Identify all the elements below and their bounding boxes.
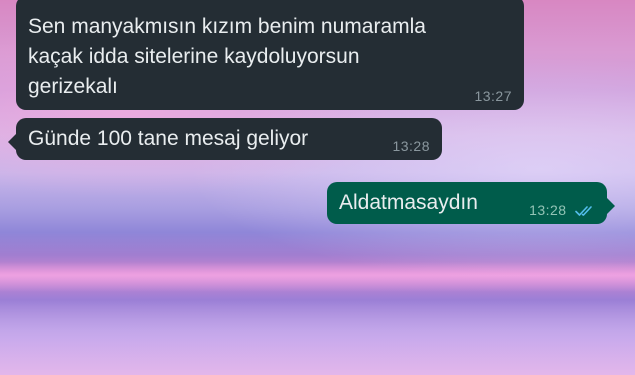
outgoing-message-bubble[interactable]: Aldatmasaydın 13:28 <box>327 182 615 224</box>
double-check-read-icon <box>575 206 592 217</box>
bubble-tail <box>605 196 615 216</box>
wallpaper-cloud-band <box>0 262 635 292</box>
message-timestamp: 13:28 <box>392 138 430 154</box>
wallpaper-cloud-layer <box>0 300 635 375</box>
message-text: Sen manyakmısın kızım benim numaramla ka… <box>28 15 426 98</box>
message-text: Günde 100 tane mesaj geliyor <box>28 127 309 150</box>
bubble-tail <box>8 132 18 152</box>
message-timestamp: 13:27 <box>474 88 512 104</box>
message-meta: 13:28 <box>529 202 595 218</box>
message-timestamp: 13:28 <box>529 202 567 218</box>
incoming-message-bubble[interactable]: Sen manyakmısın kızım benim numaramla ka… <box>16 0 524 110</box>
incoming-message-bubble[interactable]: Günde 100 tane mesaj geliyor 13:28 <box>8 118 442 160</box>
